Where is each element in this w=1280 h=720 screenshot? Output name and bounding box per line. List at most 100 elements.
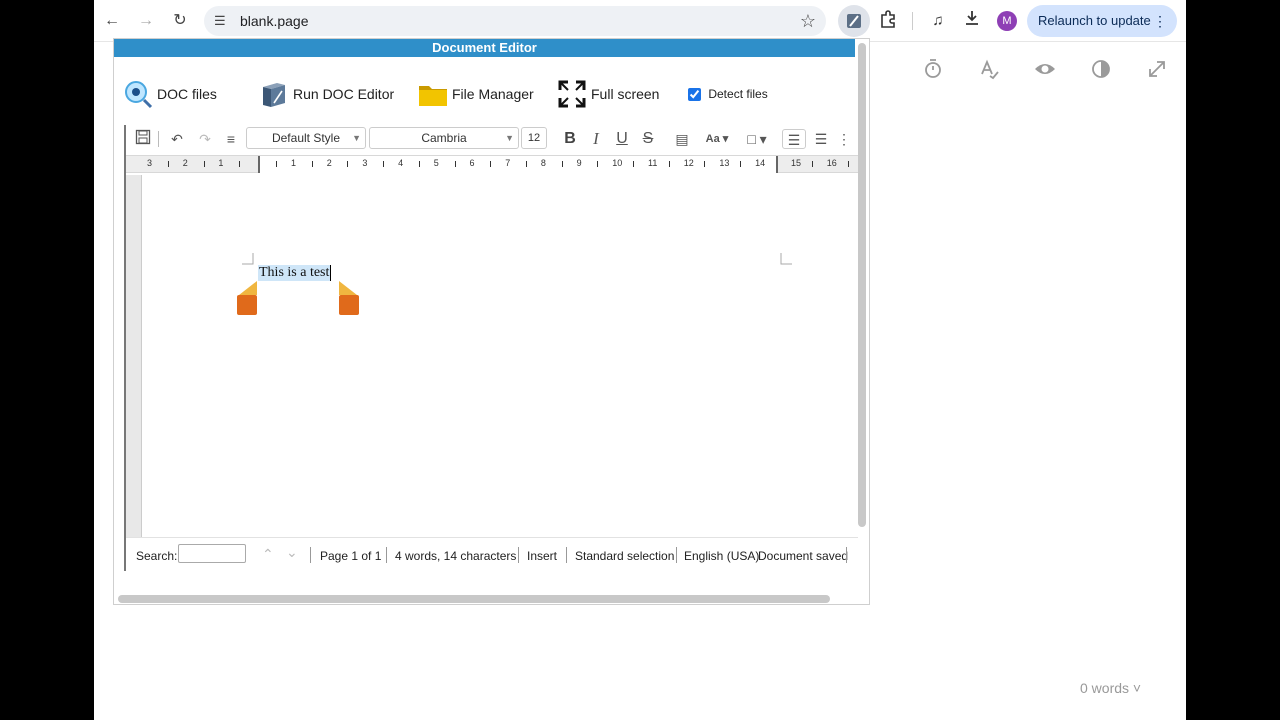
expand-icon[interactable] (1145, 58, 1169, 82)
page-count: Page 1 of 1 (320, 549, 382, 563)
document-editor-popup: Document Editor DOC files Run DOC Editor (113, 38, 870, 605)
timer-icon[interactable] (921, 58, 945, 82)
site-settings-icon[interactable]: ☰ (214, 13, 230, 29)
address-bar[interactable]: ☰ blank.page ☆ (204, 6, 826, 36)
extension-button-active[interactable] (838, 5, 870, 37)
ruler: 1 2 3 4 5 6 7 8 9 10 11 12 13 14 3 2 1 15 16 (126, 155, 858, 173)
insert-mode[interactable]: Insert (527, 549, 557, 563)
paragraph-style-select[interactable]: Default Style ▼ (246, 127, 366, 149)
align-right-button[interactable]: ⋮ (836, 129, 852, 149)
relaunch-button[interactable]: Relaunch to update ⋮ (1027, 5, 1177, 37)
margin-corner-top-left (242, 253, 254, 265)
ruler-number: 2 (326, 158, 332, 168)
document-page[interactable]: This is a test (126, 175, 858, 537)
ruler-number: 12 (683, 158, 694, 168)
selection-mode[interactable]: Standard selection (575, 549, 674, 563)
page-gutter (126, 175, 142, 537)
ruler-tick (740, 161, 742, 167)
align-center-button[interactable]: ☰ (810, 129, 832, 149)
ruler-tick (597, 161, 599, 167)
highlight-color-button[interactable]: □ ▾ (742, 129, 772, 149)
selection-end-handle[interactable] (338, 281, 360, 317)
status-bar: Search: ⌃ ⌄ Page 1 of 1 4 words, 14 char… (126, 537, 858, 571)
ruler-number: 13 (719, 158, 730, 168)
save-icon[interactable] (134, 129, 152, 149)
align-left-button[interactable]: ☰ (782, 129, 806, 149)
margin-corner-top-right (780, 253, 792, 265)
more-menu-icon[interactable]: ⋮ (1153, 5, 1167, 37)
font-value: Cambria (421, 131, 467, 145)
text-case-button[interactable]: Aa ▾ (702, 129, 732, 149)
font-select[interactable]: Cambria ▼ (369, 127, 519, 149)
underline-button[interactable]: U (612, 129, 632, 149)
search-input[interactable] (178, 544, 246, 563)
detect-files-input[interactable] (688, 88, 701, 102)
media-control-icon[interactable]: ♫ (926, 9, 950, 33)
chevron-down-icon: ▼ (352, 133, 361, 143)
detect-files-label: Detect files (708, 87, 768, 101)
undo-icon[interactable]: ↶ (168, 129, 186, 149)
font-size-value: 12 (527, 132, 541, 144)
profile-avatar[interactable]: M (997, 11, 1017, 31)
language[interactable]: English (USA) (684, 549, 759, 563)
folder-icon (419, 86, 447, 106)
status-divider (310, 547, 311, 563)
selection-start-handle[interactable] (236, 281, 258, 317)
bookmark-star-icon[interactable]: ☆ (800, 11, 816, 32)
detect-files-checkbox[interactable]: Detect files (688, 87, 768, 102)
popup-horizontal-scrollbar[interactable] (118, 595, 830, 603)
paragraph-format-icon[interactable]: ▤ (672, 129, 692, 149)
ruler-number: 1 (218, 158, 224, 168)
spellcheck-icon[interactable] (977, 58, 1001, 82)
ruler-tick (633, 161, 634, 167)
extensions-puzzle-icon[interactable] (876, 9, 900, 33)
browser-window: ← → ↻ ☰ blank.page ☆ ♫ M Relaunch to upd… (94, 0, 1186, 720)
search-prev-icon[interactable]: ⌃ (262, 546, 274, 563)
indent-list-icon[interactable]: ≡ (222, 129, 240, 149)
ruler-number: 10 (612, 158, 623, 168)
ruler-tick (704, 161, 706, 167)
reload-icon[interactable]: ↻ (170, 11, 190, 31)
run-doc-editor-label: Run DOC Editor (293, 86, 395, 102)
forward-icon[interactable]: → (136, 11, 156, 31)
ruler-tick (311, 161, 313, 167)
status-divider (676, 547, 677, 563)
book-icon (263, 83, 285, 107)
formatting-toolbar: ↶ ↷ ≡ Default Style ▼ Cambria ▼ 12 B I U S… (126, 125, 858, 153)
ruler-tick (668, 161, 670, 167)
popup-title: Document Editor (114, 39, 855, 57)
ruler-number: 8 (540, 158, 546, 168)
redo-icon[interactable]: ↷ (196, 129, 214, 149)
ruler-number: 9 (576, 158, 582, 168)
word-character-count: 4 words, 14 characters (395, 549, 517, 563)
ruler-content-area: 1 2 3 4 5 6 7 8 9 10 11 12 13 14 (258, 156, 778, 173)
popup-vertical-scrollbar[interactable] (858, 43, 866, 527)
bold-button[interactable]: B (560, 129, 580, 149)
relaunch-label: Relaunch to update (1038, 13, 1151, 28)
search-next-icon[interactable]: ⌄ (286, 544, 298, 561)
ruler-tick (454, 161, 456, 167)
ruler-number: 11 (648, 158, 658, 168)
back-icon[interactable]: ← (102, 11, 122, 31)
ruler-number: 3 (362, 158, 368, 168)
preview-eye-icon[interactable] (1033, 58, 1057, 82)
status-divider (386, 547, 387, 563)
toolbar-divider (912, 12, 913, 30)
italic-button[interactable]: I (586, 129, 606, 149)
ruler-number: 7 (505, 158, 511, 168)
ruler-number: 2 (182, 158, 188, 168)
ruler-number: 5 (433, 158, 439, 168)
strikethrough-button[interactable]: S (638, 129, 658, 149)
ruler-number: 3 (147, 158, 153, 168)
toolbar-divider (158, 131, 159, 147)
word-count-dropdown[interactable]: 0 words ˅ (1080, 680, 1141, 696)
status-divider (518, 547, 519, 563)
ruler-tick (239, 161, 241, 167)
download-icon[interactable] (960, 9, 984, 33)
ruler-tick (383, 161, 385, 167)
ruler-tick (561, 161, 563, 167)
contrast-icon[interactable] (1089, 58, 1113, 82)
ruler-number: 4 (398, 158, 404, 168)
font-size-select[interactable]: 12 (521, 127, 547, 149)
document-text[interactable]: This is a test (258, 265, 332, 281)
